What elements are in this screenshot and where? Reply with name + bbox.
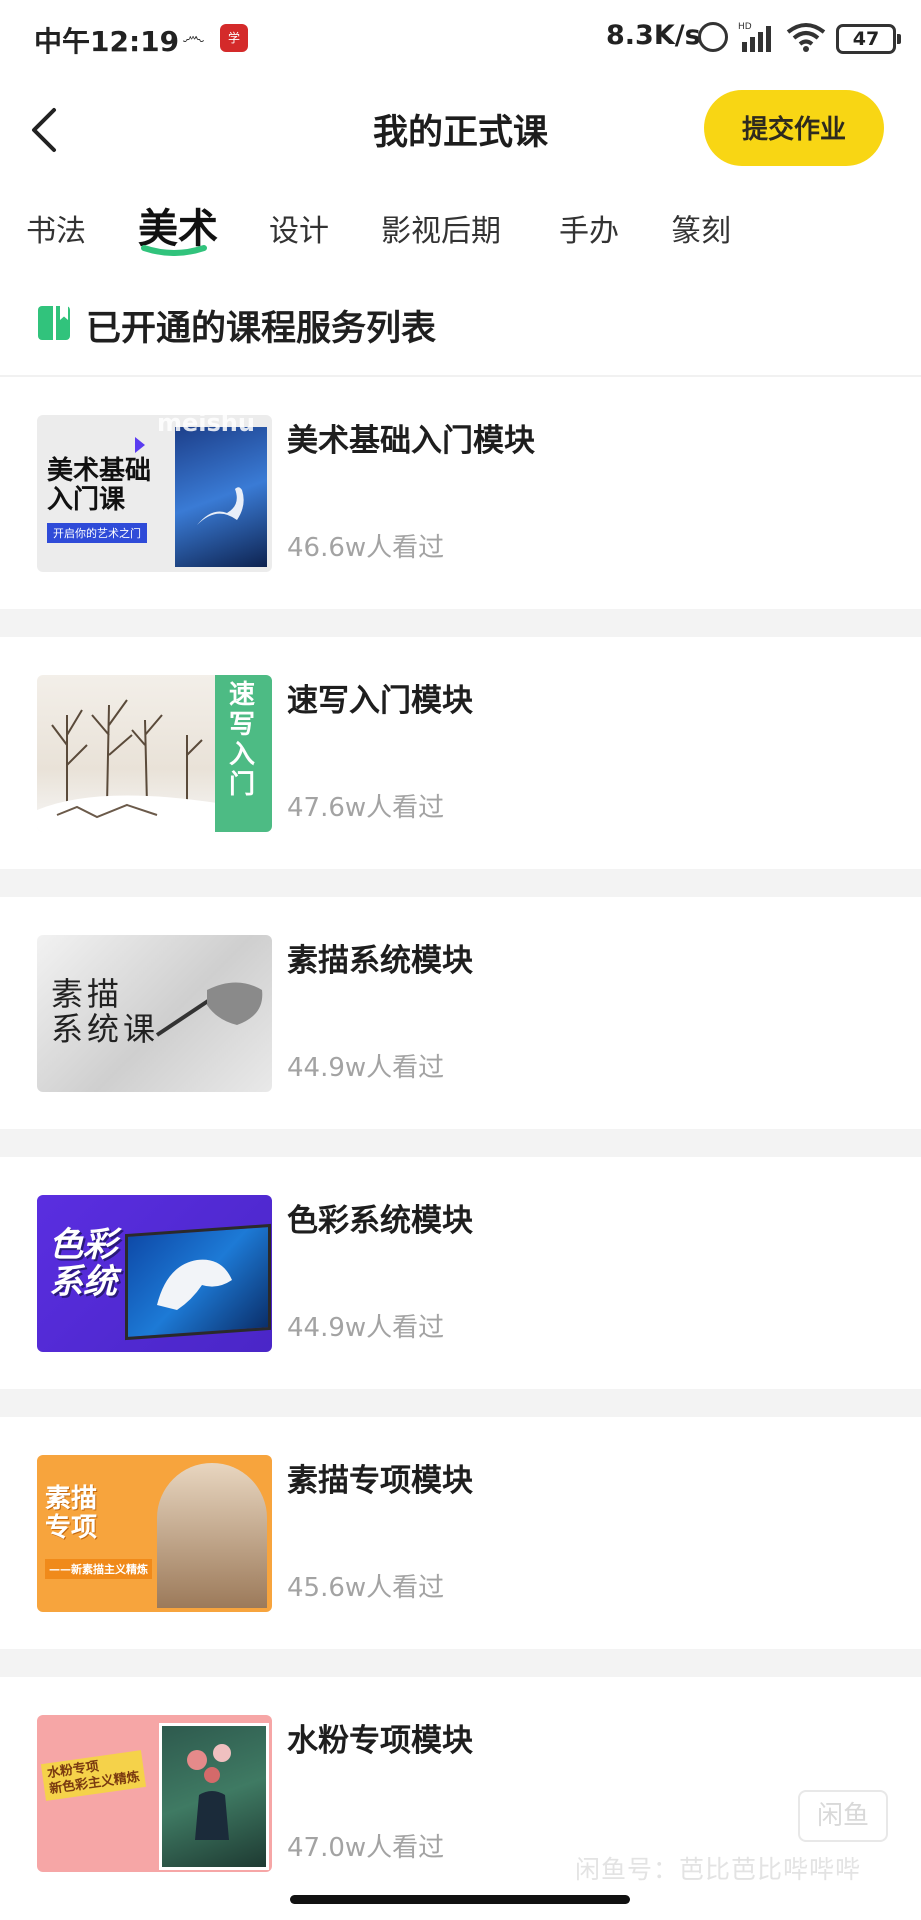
section-title: 已开通的课程服务列表	[86, 309, 437, 349]
home-indicator[interactable]	[290, 1895, 630, 1904]
hand-pencil-sketch	[155, 982, 263, 1037]
network-speed: 8.3K/s	[606, 20, 701, 51]
divider	[0, 609, 921, 637]
course-item[interactable]: 素描 系统课 素描系统模块 44.9w人看过	[0, 897, 921, 1129]
wifi-icon	[786, 23, 826, 52]
watermark-text: 闲鱼号：芭比芭比哔哔哔	[575, 1855, 862, 1884]
thumb-title: 水粉专项 新色彩主义精炼	[40, 1750, 147, 1802]
course-title: 水粉专项模块	[287, 1723, 473, 1759]
thumb-title: 素描 系统课	[51, 975, 160, 1049]
watermark-logo: 闲鱼	[798, 1790, 888, 1842]
course-views: 47.0w人看过	[287, 1833, 445, 1863]
course-views: 44.9w人看过	[287, 1053, 445, 1083]
play-arrow-icon	[135, 437, 145, 453]
course-title: 素描专项模块	[287, 1463, 473, 1499]
course-title: 速写入门模块	[287, 683, 473, 719]
swan-icon	[197, 487, 244, 525]
trees-sketch	[37, 699, 217, 832]
course-thumbnail: 水粉专项 新色彩主义精炼	[37, 1715, 272, 1872]
horse-icon	[157, 1259, 232, 1310]
thumb-subtitle: ——新素描主义精炼	[45, 1559, 152, 1579]
divider	[0, 1649, 921, 1677]
svg-text:HD: HD	[738, 22, 752, 32]
thumb-watermark-word: meishu	[157, 415, 255, 437]
submit-homework-button[interactable]: 提交作业	[704, 90, 884, 166]
portrait-drawing	[157, 1463, 267, 1608]
divider	[0, 869, 921, 897]
thumb-title: 素描 专项	[45, 1484, 98, 1543]
status-bar: 中午12:19 ෴ 学 8.3K/s HD 47	[0, 0, 921, 76]
course-item[interactable]: 美术基础 入门课 开启你的艺术之门 meishu 美术基础入门模块 46.6w人…	[0, 377, 921, 609]
tab-seal-carving[interactable]: 篆刻	[671, 206, 731, 250]
course-thumbnail: 素描 系统课	[37, 935, 272, 1092]
course-views: 46.6w人看过	[287, 533, 445, 563]
notification-app-icon: ෴	[182, 22, 205, 50]
battery-icon: 47	[836, 24, 901, 54]
notification-study-icon: 学	[220, 24, 248, 52]
course-thumbnail: 美术基础 入门课 开启你的艺术之门 meishu	[37, 415, 272, 572]
thumb-title: 速写入门	[229, 680, 256, 800]
course-views: 44.9w人看过	[287, 1313, 445, 1343]
status-time: 中午12:19	[34, 25, 180, 58]
flower-vase-icon	[187, 1744, 231, 1840]
thumb-title: 色彩 系统	[49, 1225, 117, 1303]
tab-calligraphy[interactable]: 书法	[26, 206, 86, 250]
course-thumbnail: 速写入门	[37, 675, 272, 832]
divider	[0, 1389, 921, 1417]
tab-figurine[interactable]: 手办	[559, 206, 619, 250]
tab-design[interactable]: 设计	[269, 206, 329, 250]
alarm-icon	[698, 22, 728, 52]
back-arrow-icon[interactable]	[24, 100, 64, 160]
tab-video-post[interactable]: 影视后期	[381, 206, 501, 250]
course-item[interactable]: 速写入门 速写入门模块 47.6w人看过	[0, 637, 921, 869]
course-item[interactable]: 素描 专项 ——新素描主义精炼 素描专项模块 45.6w人看过	[0, 1417, 921, 1649]
course-title: 色彩系统模块	[287, 1203, 473, 1239]
thumb-title: 美术基础 入门课	[47, 456, 152, 515]
active-tab-indicator	[141, 245, 207, 256]
course-thumbnail: 素描 专项 ——新素描主义精炼	[37, 1455, 272, 1612]
divider	[0, 1129, 921, 1157]
course-thumbnail: 色彩 系统	[37, 1195, 272, 1352]
course-views: 47.6w人看过	[287, 793, 445, 823]
course-views: 45.6w人看过	[287, 1573, 445, 1603]
book-icon	[38, 306, 70, 340]
category-tabs: 书法 美术 设计 影视后期 手办 篆刻	[0, 196, 921, 266]
signal-icon: HD	[738, 22, 771, 52]
thumb-subtitle: 开启你的艺术之门	[47, 523, 147, 543]
course-title: 素描系统模块	[287, 943, 473, 979]
course-item[interactable]: 色彩 系统 色彩系统模块 44.9w人看过	[0, 1157, 921, 1389]
course-title: 美术基础入门模块	[287, 423, 535, 459]
